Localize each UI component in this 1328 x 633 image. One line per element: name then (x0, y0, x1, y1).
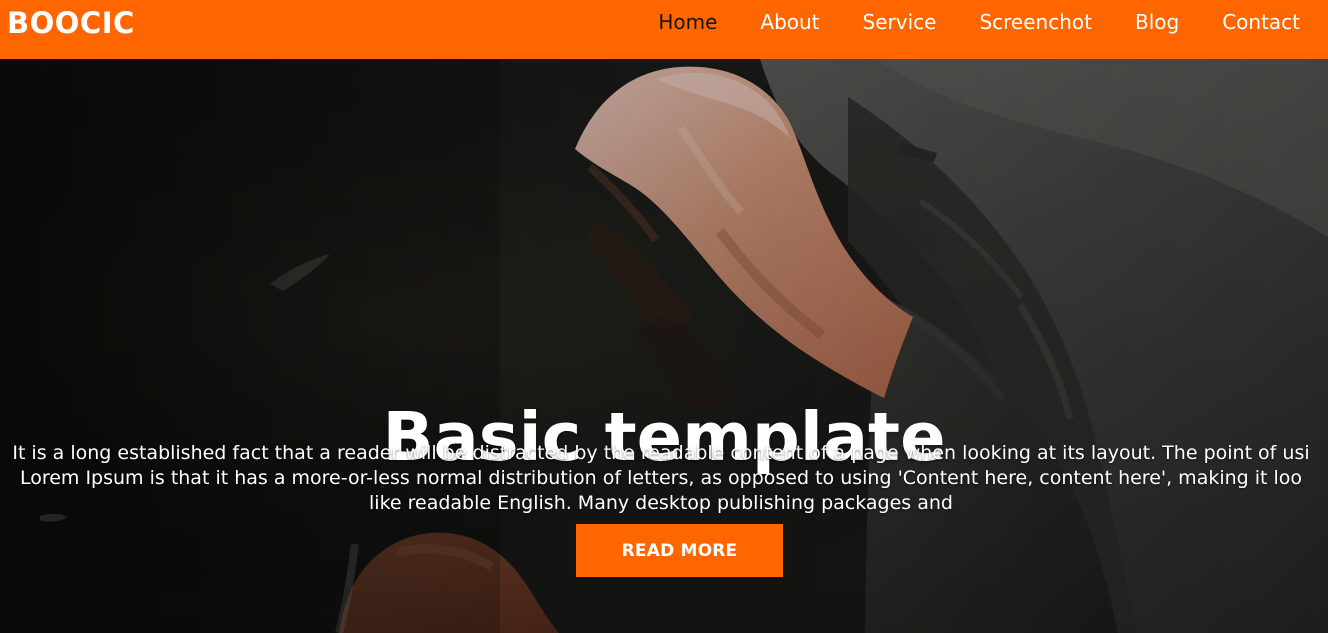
read-more-button[interactable]: READ MORE (576, 524, 783, 577)
site-logo[interactable]: BOOCIC (7, 9, 135, 38)
web-page: BOOCIC Home About Service Screenchot Blo… (0, 0, 1328, 633)
hero-description-line: It is a long established fact that a rea… (12, 442, 1310, 464)
nav-item-contact[interactable]: Contact (1222, 10, 1300, 34)
hero-description: It is a long established fact that a rea… (0, 441, 1328, 516)
hero-description-line: Lorem Ipsum is that it has a more-or-les… (19, 467, 1303, 489)
nav-item-service[interactable]: Service (863, 10, 937, 34)
nav-item-blog[interactable]: Blog (1135, 10, 1179, 34)
nav-item-home[interactable]: Home (658, 10, 717, 34)
top-navigation-bar: BOOCIC Home About Service Screenchot Blo… (0, 0, 1328, 59)
hero-banner: Basic template It is a long established … (0, 59, 1328, 633)
primary-navigation: Home About Service Screenchot Blog Conta… (658, 10, 1300, 34)
nav-item-about[interactable]: About (760, 10, 819, 34)
nav-item-screenchot[interactable]: Screenchot (979, 10, 1092, 34)
hero-description-line: like readable English. Many desktop publ… (369, 492, 953, 514)
